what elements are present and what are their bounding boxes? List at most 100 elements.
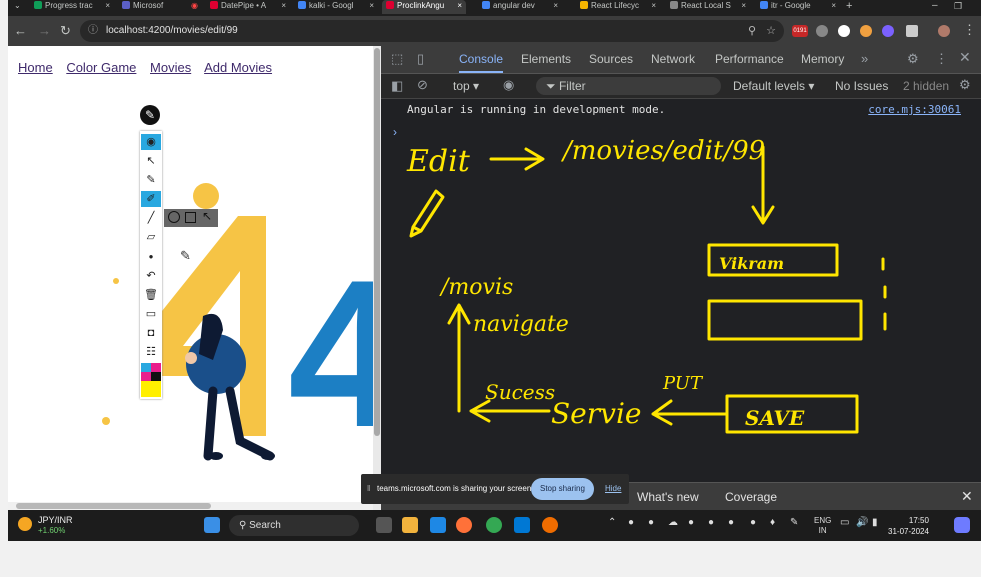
highlighter-icon[interactable]: ✐ — [141, 191, 161, 207]
extension-badge[interactable]: 0191 — [792, 25, 808, 37]
levels-dropdown[interactable]: Default levels ▾ — [733, 79, 814, 93]
inspect-element-icon[interactable]: ⬚ — [391, 51, 403, 67]
vscode-icon[interactable] — [514, 517, 530, 533]
postman-icon[interactable] — [542, 517, 558, 533]
shape-square-icon[interactable] — [185, 212, 196, 223]
tray-icon[interactable]: ● — [648, 517, 654, 528]
color-swatch-cyan[interactable] — [141, 363, 151, 372]
tab-elements[interactable]: Elements — [521, 46, 571, 73]
close-icon[interactable]: × — [105, 0, 110, 12]
eye-icon[interactable]: ◉ — [141, 134, 161, 150]
line-icon[interactable]: ╱ — [141, 210, 161, 226]
pen-icon[interactable]: ✎ — [141, 172, 161, 188]
shape-circle-icon[interactable] — [168, 211, 180, 223]
close-icon[interactable]: × — [651, 0, 656, 12]
extension-icon[interactable] — [838, 25, 850, 37]
address-bar[interactable]: ⓘ localhost:4200/movies/edit/99 ⚲ ☆ — [80, 20, 784, 42]
page-vertical-scrollbar[interactable] — [373, 46, 381, 510]
display-icon[interactable]: ▭ — [840, 517, 849, 528]
context-select[interactable]: top ▾ — [453, 79, 479, 93]
dot-size-icon[interactable]: ● — [141, 249, 161, 265]
site-info-icon[interactable]: ⓘ — [88, 20, 98, 42]
browser-tab[interactable]: itr - Google × — [756, 0, 840, 14]
sidebar-toggle-icon[interactable]: ◧ — [391, 78, 403, 94]
file-explorer-icon[interactable] — [402, 517, 418, 533]
browser-tab[interactable]: React Lifecyc × — [576, 0, 660, 14]
tray-icon[interactable]: ● — [708, 517, 714, 528]
browser-tab[interactable]: Microsof ◉ — [118, 0, 202, 14]
avatar[interactable] — [938, 25, 950, 37]
close-icon[interactable]: × — [369, 0, 374, 12]
pointer-icon[interactable]: ↖ — [141, 153, 161, 169]
close-icon[interactable]: × — [741, 0, 746, 12]
whiteboard-icon[interactable]: ▭ — [141, 306, 161, 322]
browser-tab[interactable]: kalki - Googl × — [294, 0, 378, 14]
back-icon[interactable]: ← — [14, 23, 27, 38]
drag-handle-icon[interactable]: ‖ — [367, 474, 370, 504]
close-icon[interactable]: × — [457, 0, 462, 12]
tab-search-button[interactable]: ⌄ — [8, 0, 30, 14]
restore-icon[interactable]: ❐ — [954, 0, 970, 14]
camera-icon[interactable]: ◘ — [141, 325, 161, 341]
menu-kebab-icon[interactable]: ⋮ — [935, 51, 948, 67]
close-drawer-icon[interactable]: ✕ — [961, 488, 973, 505]
taskbar-search[interactable]: ⚲ Search — [229, 515, 359, 536]
monitor-app-icon[interactable] — [430, 517, 446, 533]
page-horizontal-scrollbar[interactable] — [8, 502, 373, 510]
drawer-tab-whats-new[interactable]: What's new — [637, 490, 699, 504]
hide-link[interactable]: Hide — [605, 474, 621, 504]
color-swatch-magenta[interactable] — [151, 363, 161, 372]
pin-icon[interactable]: ✎ — [140, 105, 160, 125]
microphone-icon[interactable]: ♦ — [770, 517, 775, 528]
windows-start-icon[interactable] — [204, 517, 220, 533]
close-icon[interactable]: × — [281, 0, 286, 12]
tab-console[interactable]: Console — [459, 46, 504, 73]
tray-overflow-icon[interactable]: ⌃ — [608, 517, 616, 528]
clipboard-icon[interactable]: ☷ — [141, 344, 161, 360]
battery-icon[interactable]: ▮ — [872, 517, 878, 528]
arrow-icon[interactable]: ↖ — [202, 209, 212, 223]
close-icon[interactable]: × — [831, 0, 836, 12]
live-expression-eye-icon[interactable]: ◉ — [503, 77, 514, 93]
reload-icon[interactable]: ↻ — [60, 23, 71, 39]
tray-icon[interactable]: ● — [628, 517, 634, 528]
tab-memory[interactable]: Memory — [801, 46, 844, 73]
cloud-icon[interactable]: ☁ — [668, 517, 678, 528]
browser-tab[interactable]: DatePipe • A × — [206, 0, 290, 14]
pen-tray-icon[interactable]: ✎ — [790, 517, 798, 528]
clear-console-icon[interactable]: ⊘ — [417, 77, 428, 93]
chrome-icon[interactable] — [486, 517, 502, 533]
tab-performance[interactable]: Performance — [715, 46, 784, 73]
stop-sharing-button[interactable]: Stop sharing — [531, 478, 594, 500]
tray-icon[interactable]: ● — [728, 517, 734, 528]
issues-counter[interactable]: No Issues — [835, 79, 888, 93]
device-toolbar-icon[interactable]: ▯ — [417, 51, 424, 67]
filter-input[interactable]: ⏷ Filter — [536, 77, 721, 95]
minimize-icon[interactable]: – — [932, 0, 948, 14]
taskbar-clock[interactable]: 17:50 31-07-2024 — [888, 515, 929, 537]
scrollbar-thumb[interactable] — [16, 503, 211, 509]
tab-sources[interactable]: Sources — [589, 46, 633, 73]
browser-tab[interactable]: React Local S × — [666, 0, 750, 14]
language-indicator[interactable]: ENG IN — [814, 516, 831, 536]
tray-icon[interactable]: ● — [750, 517, 756, 528]
drawer-tab-coverage[interactable]: Coverage — [725, 490, 777, 504]
extensions-puzzle-icon[interactable] — [906, 25, 918, 37]
eraser-icon[interactable]: ▱ — [141, 229, 161, 245]
color-swatch-black[interactable] — [151, 372, 161, 381]
new-tab-button[interactable]: + — [846, 0, 866, 14]
browser-tab-active[interactable]: ProclinkAngu × — [382, 0, 466, 14]
tab-network[interactable]: Network — [651, 46, 695, 73]
extension-icon[interactable] — [860, 25, 872, 37]
more-tabs-icon[interactable]: » — [861, 51, 868, 66]
color-swatch-magenta[interactable] — [141, 372, 151, 381]
volume-icon[interactable]: 🔊 — [856, 517, 868, 528]
extension-icon[interactable] — [816, 25, 828, 37]
color-swatch-yellow[interactable] — [141, 381, 161, 397]
market-widget-icon[interactable] — [18, 517, 32, 531]
copilot-icon[interactable] — [954, 517, 970, 533]
close-icon[interactable]: × — [553, 0, 558, 12]
firefox-icon[interactable] — [456, 517, 472, 533]
menu-kebab-icon[interactable]: ⋮ — [963, 22, 976, 38]
extension-icon[interactable] — [882, 25, 894, 37]
